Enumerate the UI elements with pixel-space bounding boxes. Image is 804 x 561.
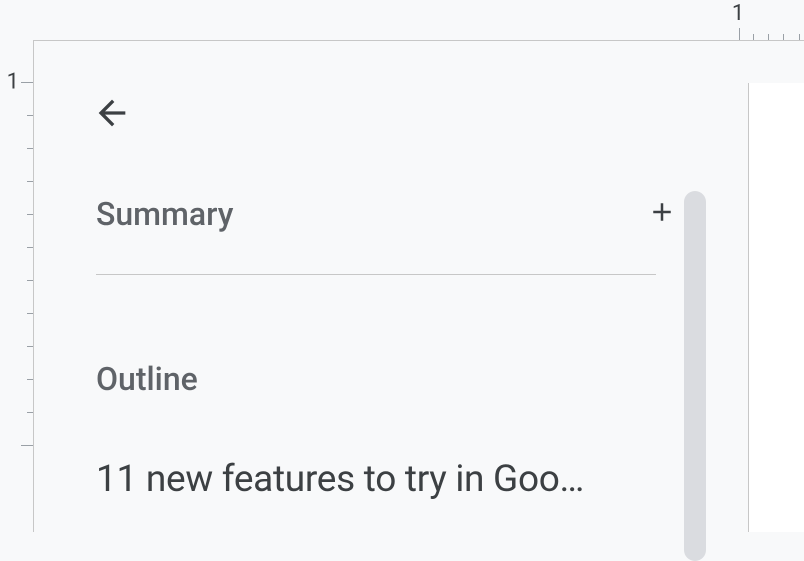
ruler-h-label: 1: [732, 1, 744, 26]
plus-icon: [647, 197, 677, 231]
outline-label: Outline: [96, 360, 682, 398]
summary-label: Summary: [96, 195, 233, 233]
editor-area: Summary Outline 11 new features to try i…: [33, 40, 804, 532]
arrow-left-icon: [92, 93, 132, 137]
outline-scrollbar[interactable]: [684, 191, 706, 561]
document-page[interactable]: [748, 83, 804, 532]
ruler-v-label: 1: [7, 70, 19, 95]
close-outline-button[interactable]: [88, 91, 136, 139]
summary-section: Summary: [96, 194, 682, 234]
outline-item[interactable]: 11 new features to try in Goo…: [96, 458, 606, 501]
outline-panel: Summary Outline 11 new features to try i…: [34, 41, 744, 532]
horizontal-ruler: 1: [33, 0, 804, 40]
vertical-ruler: 1: [0, 40, 33, 532]
add-summary-button[interactable]: [642, 194, 682, 234]
divider: [96, 274, 656, 275]
